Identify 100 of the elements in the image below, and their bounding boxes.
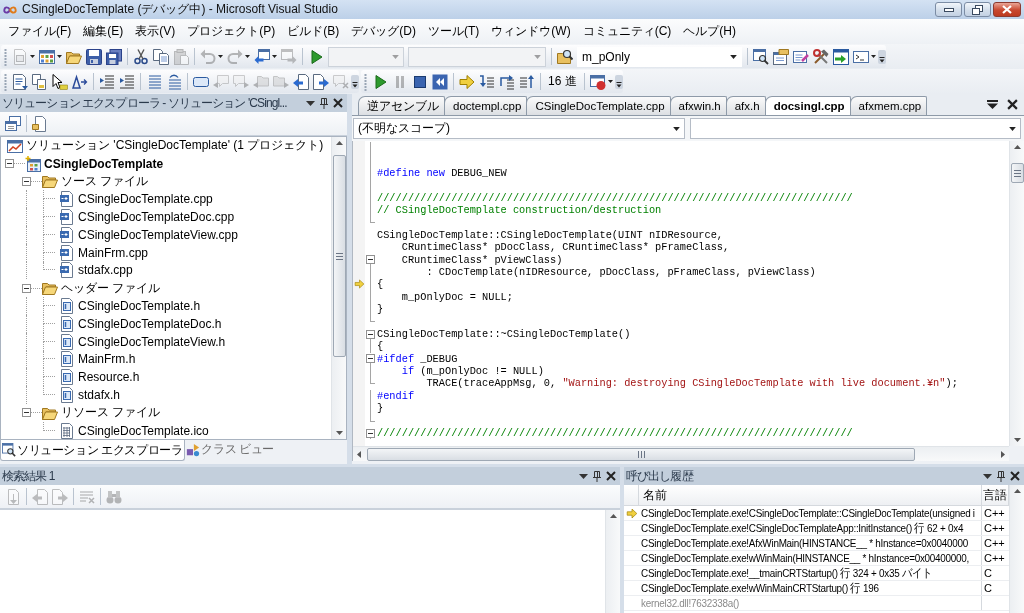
tree-item[interactable]: MainFrm.h: [78, 352, 136, 367]
file-tab[interactable]: afx.h: [725, 96, 766, 115]
file-tab[interactable]: doctempl.cpp: [444, 96, 528, 115]
close-icon[interactable]: [333, 98, 343, 108]
window-grid-icon[interactable]: [39, 48, 55, 65]
menu-item[interactable]: ビルド(B): [282, 21, 345, 42]
caret-icon[interactable]: [672, 126, 680, 131]
minimize-button[interactable]: [935, 2, 962, 17]
restore-icon[interactable]: [972, 4, 983, 15]
page-arrow-icon[interactable]: [293, 73, 309, 90]
caret-icon[interactable]: [57, 55, 62, 58]
up-arrow-icon[interactable]: [1013, 145, 1021, 149]
tree-item[interactable]: ソリューション 'CSingleDocTemplate' (1 プロジェクト): [26, 137, 324, 155]
step-over-icon[interactable]: [499, 73, 515, 90]
close-icon[interactable]: [1010, 471, 1020, 481]
collapse-icon[interactable]: [22, 408, 31, 418]
tree-item[interactable]: CSingleDocTemplate.ico: [78, 423, 209, 438]
file-tab[interactable]: CSingleDocTemplate.cpp: [526, 96, 671, 115]
file-tab[interactable]: docsingl.cpp: [764, 96, 851, 115]
tree-item[interactable]: CSingleDocTemplateView.cpp: [78, 227, 238, 242]
grip-icon[interactable]: [335, 252, 343, 260]
window-folder-icon[interactable]: [773, 48, 789, 65]
menu-item[interactable]: ヘルプ(H): [678, 21, 741, 42]
documents-icon[interactable]: [32, 73, 48, 90]
vertical-scrollbar[interactable]: [605, 510, 620, 613]
page-icon[interactable]: [32, 115, 48, 132]
file-tab[interactable]: afxmem.cpp: [849, 96, 928, 115]
down-arrow-icon[interactable]: [335, 431, 343, 435]
tree-item[interactable]: stdafx.h: [78, 388, 121, 403]
caret-icon[interactable]: [1009, 126, 1016, 131]
column-header[interactable]: 名前: [639, 485, 982, 505]
scrollbar-thumb[interactable]: [367, 447, 915, 461]
indent-icon[interactable]: [119, 73, 135, 90]
dropdown-icon[interactable]: [579, 473, 588, 479]
panel-tab[interactable]: クラス ビュー: [185, 440, 276, 459]
tree-item[interactable]: CSingleDocTemplate.cpp: [78, 192, 213, 207]
hex-button[interactable]: 16 進: [544, 71, 581, 92]
collapse-icon[interactable]: [5, 159, 14, 169]
save-icon[interactable]: [86, 48, 102, 65]
tree-item[interactable]: CSingleDocTemplateDoc.cpp: [78, 210, 235, 225]
file-tab[interactable]: afxwin.h: [669, 96, 727, 115]
grip-icon[interactable]: [4, 72, 7, 91]
overflow-icon[interactable]: [878, 49, 886, 64]
menu-item[interactable]: コミュニティ(C): [577, 21, 677, 42]
dropdown-icon[interactable]: [306, 100, 315, 106]
stop-icon[interactable]: [412, 73, 428, 90]
right-arrow-icon[interactable]: [1001, 450, 1005, 458]
grip-icon[interactable]: [637, 450, 645, 458]
close-icon[interactable]: [1007, 99, 1018, 110]
tree-item[interactable]: Resource.h: [78, 370, 140, 385]
tree-item[interactable]: ヘッダー ファイル: [61, 279, 161, 297]
vertical-scrollbar[interactable]: [1009, 141, 1024, 446]
file-tab[interactable]: 逆アセンブル: [358, 96, 445, 115]
collapse-icon[interactable]: [22, 177, 31, 186]
window-search-icon[interactable]: [753, 48, 769, 65]
tree-item[interactable]: リソース ファイル: [61, 404, 161, 422]
collapse-icon[interactable]: [366, 428, 375, 438]
grip-icon[interactable]: [4, 47, 7, 66]
lines-arc-icon[interactable]: [166, 73, 182, 90]
caret-icon[interactable]: [730, 54, 737, 59]
collapse-icon[interactable]: [22, 283, 31, 293]
left-arrow-icon[interactable]: [357, 450, 361, 458]
dropdown-icon[interactable]: [983, 473, 992, 479]
restore-button[interactable]: [964, 2, 991, 17]
dropdown-icon[interactable]: [987, 100, 998, 109]
pin-icon[interactable]: [320, 97, 328, 109]
window-pencil-icon[interactable]: [793, 48, 809, 65]
copy-icon[interactable]: [153, 48, 169, 65]
vertical-scrollbar[interactable]: [331, 137, 346, 439]
caret-icon[interactable]: [272, 55, 277, 58]
up-arrow-icon[interactable]: [609, 514, 617, 518]
menu-item[interactable]: ウィンドウ(W): [486, 21, 576, 42]
page-arrow-icon[interactable]: [313, 73, 329, 90]
tree-item[interactable]: CSingleDocTemplateView.h: [78, 334, 226, 349]
menu-item[interactable]: 編集(E): [78, 21, 129, 42]
down-arrow-icon[interactable]: [1013, 438, 1021, 442]
step-into-icon[interactable]: [479, 73, 495, 90]
window-search-icon[interactable]: [2, 443, 16, 457]
cursor-icon[interactable]: [52, 73, 68, 90]
right-arrow-icon[interactable]: [459, 73, 475, 90]
step-out-icon[interactable]: [519, 73, 535, 90]
dropdown-field[interactable]: [689, 118, 1021, 139]
menu-item[interactable]: デバッグ(D): [346, 21, 421, 42]
scissors-icon[interactable]: [133, 48, 149, 65]
tree-item[interactable]: CSingleDocTemplate: [44, 156, 164, 171]
caret-icon[interactable]: [607, 80, 613, 83]
caret-icon[interactable]: [871, 55, 876, 58]
search-field[interactable]: m_pOnly: [577, 46, 742, 67]
window-arrow-icon[interactable]: [254, 48, 270, 65]
overflow-icon[interactable]: [614, 74, 623, 89]
folder-search-icon[interactable]: [557, 48, 573, 65]
tree-item[interactable]: ソース ファイル: [61, 173, 149, 190]
pin-icon[interactable]: [997, 470, 1005, 482]
menu-item[interactable]: プロジェクト(P): [182, 21, 281, 42]
scrollbar-thumb[interactable]: [1010, 163, 1024, 183]
grip-icon[interactable]: [1013, 169, 1021, 177]
restart-icon[interactable]: [432, 73, 448, 90]
pin-icon[interactable]: [593, 470, 601, 482]
save-all-icon[interactable]: [106, 48, 122, 65]
scrollbar-thumb[interactable]: [332, 155, 346, 357]
